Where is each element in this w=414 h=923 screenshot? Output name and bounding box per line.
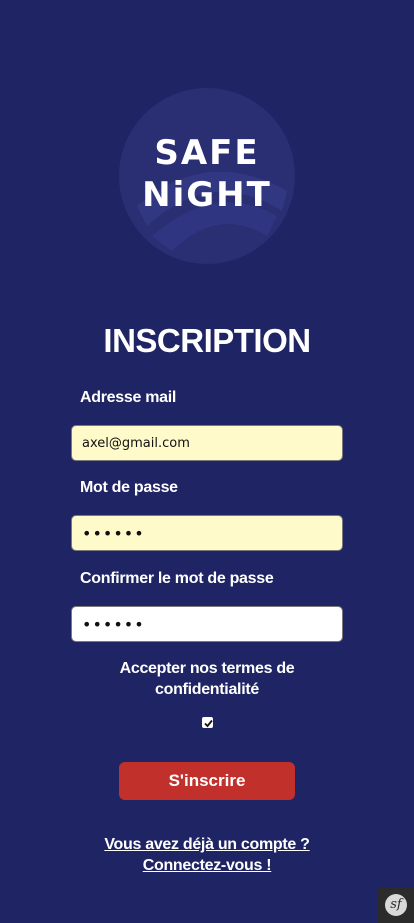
symfony-icon: sf — [385, 894, 407, 916]
email-label: Adresse mail — [80, 389, 177, 406]
confirm-password-label: Confirmer le mot de passe — [80, 570, 274, 587]
checkmark-icon — [204, 719, 213, 728]
terms-label-line1: Accepter nos termes de — [119, 660, 295, 677]
terms-checkbox[interactable] — [202, 717, 213, 728]
email-field[interactable] — [71, 425, 343, 461]
logo-line1: SAFE — [154, 133, 259, 173]
terms-label: Accepter nos termes de confidentialité — [0, 658, 414, 700]
symfony-toolbar-button[interactable]: sf — [378, 887, 414, 923]
confirm-password-field[interactable] — [71, 606, 343, 642]
password-label: Mot de passe — [80, 479, 178, 496]
page-title: INSCRIPTION — [103, 322, 311, 359]
login-link[interactable]: Vous avez déjà un compte ? Connectez-vou… — [0, 834, 414, 876]
logo-graphic: SAFE NiGHT — [119, 88, 295, 264]
terms-label-line2: confidentialité — [155, 681, 259, 698]
login-link-line2[interactable]: Connectez-vous ! — [0, 855, 414, 876]
safe-night-logo: SAFE NiGHT — [117, 86, 297, 266]
password-field[interactable] — [71, 515, 343, 551]
register-button[interactable]: S'inscrire — [119, 762, 295, 800]
logo-line2: NiGHT — [142, 175, 272, 215]
login-link-line1[interactable]: Vous avez déjà un compte ? — [0, 834, 414, 855]
